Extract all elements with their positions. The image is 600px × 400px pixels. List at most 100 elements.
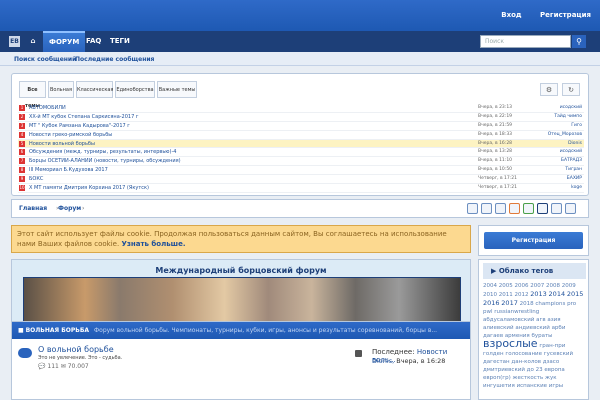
tag-link[interactable]: 2017 bbox=[501, 299, 518, 307]
tag-link[interactable]: 2004 bbox=[483, 283, 497, 289]
tag-link[interactable]: 2016 bbox=[483, 299, 500, 307]
topic-title[interactable]: Обсуждения (межд. турниры, результаты, и… bbox=[29, 148, 176, 156]
tag-link[interactable]: европ(гр) bbox=[483, 375, 511, 381]
topic-tab[interactable]: Классическая bbox=[76, 81, 113, 98]
tag-link[interactable]: голосование bbox=[505, 351, 542, 357]
topic-row[interactable]: 7 Борцы ОСЕТИИ-АЛАНИИ (новости, турниры, … bbox=[18, 157, 584, 167]
tag-link[interactable]: pwl bbox=[483, 309, 493, 315]
topic-tab[interactable]: Вольная bbox=[48, 81, 74, 98]
rss-icon[interactable] bbox=[355, 350, 362, 357]
share-icon[interactable] bbox=[495, 203, 506, 214]
tag-link[interactable]: champions bbox=[535, 301, 565, 307]
topic-author[interactable]: исодский bbox=[560, 148, 582, 156]
topic-row[interactable]: 8 III Мемориал Б.Кудухова 2017 Вчера, в 10… bbox=[18, 166, 584, 176]
breadcrumb-home[interactable]: Главная bbox=[19, 205, 47, 212]
topic-row[interactable]: 5 Новости вольной борьбы Вчера, в 16:28 Dio… bbox=[18, 139, 584, 149]
topic-title[interactable]: Новости вольной борьбы bbox=[29, 140, 95, 148]
topic-author[interactable]: исодский bbox=[560, 104, 582, 112]
tag-link[interactable]: 2014 bbox=[549, 290, 566, 298]
tag-link[interactable]: дмитриевский bbox=[483, 367, 525, 373]
tag-link[interactable]: алиевский bbox=[483, 325, 514, 331]
register-button[interactable]: Регистрация bbox=[484, 232, 583, 249]
topic-row[interactable]: 10 X МТ памяти Дмитрия Корхина 2017 (Якут… bbox=[18, 184, 584, 193]
tag-link[interactable]: жук bbox=[545, 375, 557, 381]
topic-tab[interactable]: Все темы bbox=[19, 81, 46, 109]
tag-link[interactable]: европа bbox=[544, 367, 564, 373]
forum-title[interactable]: О вольной борьбе bbox=[38, 345, 114, 354]
tag-link[interactable]: 2006 bbox=[515, 283, 529, 289]
tag-link[interactable]: 2018 bbox=[520, 301, 534, 307]
section-title[interactable]: ВОЛЬНАЯ БОРЬБА bbox=[26, 327, 89, 334]
latest-posts-link[interactable]: Последние сообщения bbox=[75, 56, 154, 63]
share-icon[interactable] bbox=[565, 203, 576, 214]
topic-author[interactable]: Гиго bbox=[571, 122, 582, 130]
topic-row[interactable]: 3 МТ " Кубок Рамзана Кадырова"-2017 г Вчер… bbox=[18, 122, 584, 131]
tag-link[interactable]: дан-колов bbox=[511, 359, 541, 365]
topic-author[interactable]: Dionis bbox=[568, 140, 582, 148]
topic-author[interactable]: БАХИР bbox=[567, 175, 582, 183]
tag-link[interactable]: андиевский bbox=[515, 325, 549, 331]
gear-icon[interactable]: ⚙ bbox=[540, 83, 558, 96]
topic-title[interactable]: III Мемориал Б.Кудухова 2017 bbox=[29, 166, 108, 174]
tag-link[interactable]: 2015 bbox=[567, 290, 584, 298]
topic-author[interactable]: Тайд чимпо bbox=[554, 113, 582, 121]
tag-link[interactable]: 2009 bbox=[562, 283, 576, 289]
topic-author[interactable]: Отец_Морозов bbox=[548, 131, 582, 139]
share-icon[interactable] bbox=[537, 203, 548, 214]
share-icon[interactable] bbox=[523, 203, 534, 214]
topic-title[interactable]: Новости греко-римской борьбы bbox=[29, 131, 112, 139]
site-logo[interactable]: ЕВ bbox=[9, 36, 20, 47]
share-icon[interactable] bbox=[509, 203, 520, 214]
tag-link[interactable]: 2007 bbox=[530, 283, 544, 289]
topic-title[interactable]: БОКС bbox=[29, 175, 43, 183]
tag-link[interactable]: 23 bbox=[536, 367, 543, 373]
share-icon[interactable] bbox=[551, 203, 562, 214]
cookie-learn-more-link[interactable]: Узнать больше. bbox=[121, 240, 185, 248]
tab-tags[interactable]: ТЕГИ bbox=[104, 31, 136, 52]
tag-link[interactable]: 2013 bbox=[530, 290, 547, 298]
topic-author[interactable]: БАТРАДЗ bbox=[561, 157, 582, 165]
refresh-icon[interactable]: ↻ bbox=[562, 83, 580, 96]
tag-link[interactable]: взрослые bbox=[483, 337, 538, 350]
tag-link[interactable]: 2008 bbox=[546, 283, 560, 289]
tag-link[interactable]: 2005 bbox=[499, 283, 513, 289]
tag-link[interactable]: russianwrestling bbox=[494, 309, 539, 315]
tag-link[interactable]: арби bbox=[552, 325, 566, 331]
search-input[interactable]: Поиск bbox=[480, 35, 571, 48]
topic-row[interactable]: 9 БОКС Четверг, в 17:21 БАХИР bbox=[18, 175, 584, 185]
topic-tab[interactable]: Единоборства bbox=[115, 81, 155, 98]
tag-link[interactable]: pro bbox=[567, 301, 576, 307]
topic-title[interactable]: XX-й МТ кубок Степана Саркисяна-2017 г bbox=[29, 113, 139, 121]
tag-link[interactable]: абдусаламовский bbox=[483, 317, 534, 323]
share-icon[interactable] bbox=[481, 203, 492, 214]
share-icon[interactable] bbox=[467, 203, 478, 214]
topic-row[interactable]: 2 XX-й МТ кубок Степана Саркисяна-2017 г В… bbox=[18, 113, 584, 122]
tag-link[interactable]: испанские bbox=[517, 383, 547, 389]
tag-link[interactable]: 2012 bbox=[515, 292, 529, 298]
topic-title[interactable]: Борцы ОСЕТИИ-АЛАНИИ (новости, турниры, о… bbox=[29, 157, 181, 165]
last-post-user[interactable]: Dionis, bbox=[372, 357, 394, 365]
topic-title[interactable]: АВТОМОБИЛИ bbox=[29, 104, 66, 112]
topic-title[interactable]: X МТ памяти Дмитрия Корхина 2017 (Якутск… bbox=[29, 184, 149, 192]
topic-author[interactable]: Тигран bbox=[565, 166, 582, 174]
topic-row[interactable]: 6 Обсуждения (межд. турниры, результаты, … bbox=[18, 148, 584, 158]
topic-author[interactable]: koge bbox=[571, 184, 582, 192]
tag-link[interactable]: дзасо bbox=[543, 359, 560, 365]
login-link[interactable]: Вход bbox=[501, 11, 521, 19]
tag-link[interactable]: азия bbox=[547, 317, 560, 323]
tag-link[interactable]: жесткость bbox=[513, 375, 544, 381]
topic-tab[interactable]: Важные темы bbox=[157, 81, 197, 98]
magnifier-icon[interactable]: ⚲ bbox=[572, 35, 586, 48]
breadcrumb-forum[interactable]: Форум bbox=[58, 205, 81, 212]
tag-link[interactable]: дагестан bbox=[483, 359, 510, 365]
tag-link[interactable]: ингушетия bbox=[483, 383, 515, 389]
topic-title[interactable]: МТ " Кубок Рамзана Кадырова"-2017 г bbox=[29, 122, 130, 130]
tag-link[interactable]: агв bbox=[536, 317, 546, 323]
tag-link[interactable]: игры bbox=[549, 383, 563, 389]
tag-link[interactable]: гусевский bbox=[544, 351, 573, 357]
tag-link[interactable]: голден bbox=[483, 351, 504, 357]
register-link[interactable]: Регистрация bbox=[540, 11, 591, 19]
topic-row[interactable]: 1 АВТОМОБИЛИ Вчера, в 23:13 исодский bbox=[18, 104, 584, 113]
tag-link[interactable]: до bbox=[527, 367, 534, 373]
search-posts-link[interactable]: Поиск сообщений bbox=[14, 56, 76, 63]
